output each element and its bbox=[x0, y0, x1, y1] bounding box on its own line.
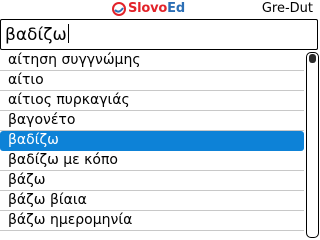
text-caret bbox=[67, 24, 69, 43]
search-input-text: βαδίζω bbox=[5, 24, 69, 46]
app-logo: Slovo Ed bbox=[112, 1, 185, 17]
list-item[interactable]: βάζω ημερομηνία bbox=[0, 211, 304, 231]
list-item-selected[interactable]: βαδίζω bbox=[0, 131, 304, 151]
search-input[interactable]: βαδίζω bbox=[0, 19, 318, 50]
logo-text-ed: Ed bbox=[167, 1, 185, 16]
list-item[interactable]: βάζω bbox=[0, 171, 304, 191]
list-item[interactable]: αίτηση συγγνώμης bbox=[0, 51, 304, 71]
list-item[interactable]: αίτιο bbox=[0, 71, 304, 91]
scrollbar[interactable] bbox=[306, 52, 319, 238]
list-item[interactable]: βάζω βίαια bbox=[0, 191, 304, 211]
dictionary-screen: Slovo Ed Gre-Dut βαδίζω αίτηση συγγνώμης … bbox=[0, 0, 320, 240]
slovoed-logo-icon bbox=[112, 2, 126, 16]
title-bar: Slovo Ed Gre-Dut bbox=[0, 0, 320, 18]
word-list[interactable]: αίτηση συγγνώμης αίτιο αίτιος πυρκαγιάς … bbox=[0, 51, 304, 240]
language-pair-label[interactable]: Gre-Dut bbox=[262, 1, 313, 17]
logo-text-slovo: Slovo bbox=[128, 1, 168, 16]
list-item[interactable]: βαδίζω με κόπο bbox=[0, 151, 304, 171]
list-item[interactable]: αίτιος πυρκαγιάς bbox=[0, 91, 304, 111]
list-item[interactable]: βαγονέτο bbox=[0, 111, 304, 131]
search-value: βαδίζω bbox=[5, 25, 67, 45]
scrollbar-thumb[interactable] bbox=[309, 54, 316, 63]
